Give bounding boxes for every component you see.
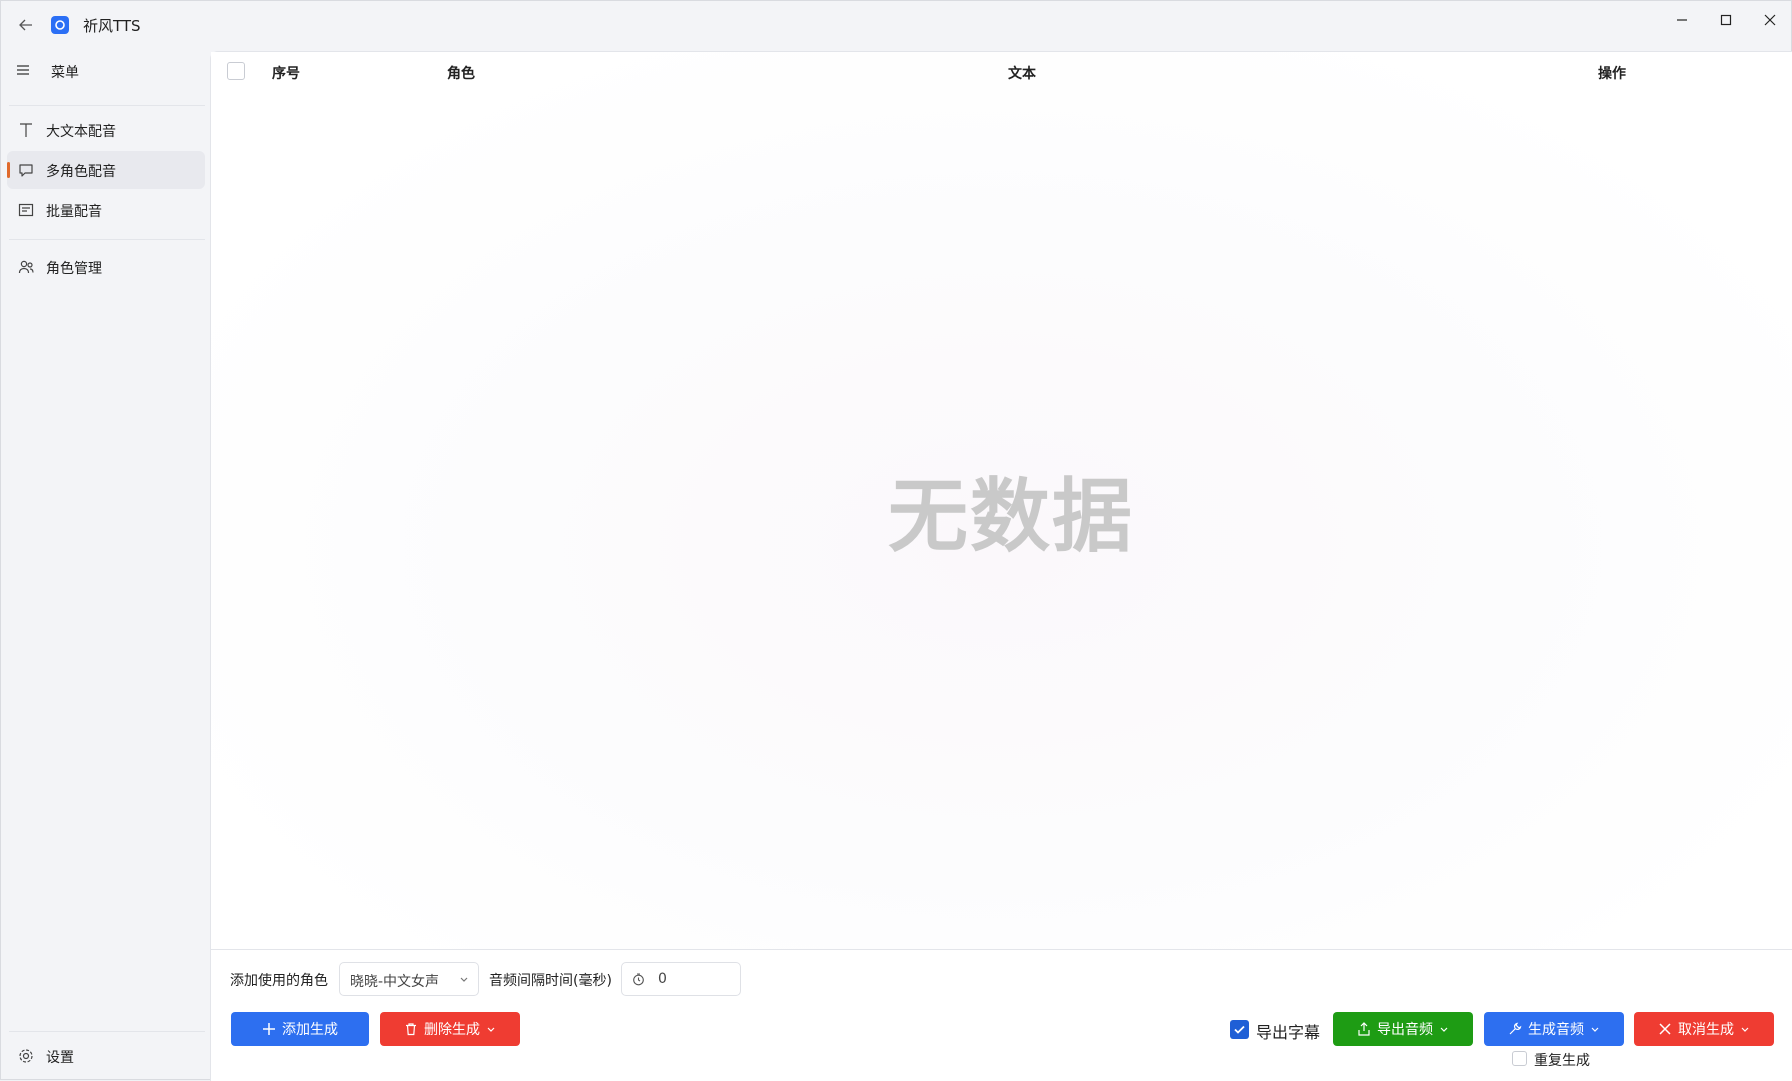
menu-toggle-button[interactable]: 菜单 — [1, 49, 209, 93]
sidebar-item-large-text[interactable]: 大文本配音 — [7, 111, 205, 149]
maximize-button[interactable] — [1705, 5, 1747, 35]
chevron-down-icon — [460, 977, 468, 982]
checkmark-icon — [1234, 1025, 1245, 1034]
close-icon — [1764, 14, 1776, 26]
interval-value: 0 — [658, 971, 667, 987]
column-header-role[interactable]: 角色 — [447, 63, 475, 83]
cancel-generate-label: 取消生成 — [1678, 1022, 1734, 1038]
gear-icon — [19, 1049, 33, 1063]
sidebar-item-role-management[interactable]: 角色管理 — [7, 248, 205, 286]
settings-label: 设置 — [46, 1050, 74, 1066]
menu-label: 菜单 — [51, 65, 79, 81]
sidebar: 菜单 大文本配音 多角色配音 批量配音 角色管理 设置 — [1, 49, 209, 1081]
chevron-down-icon — [1440, 1027, 1448, 1032]
maximize-icon — [1720, 14, 1732, 26]
users-icon — [18, 260, 34, 274]
wrench-icon — [1509, 1022, 1522, 1035]
add-generate-label: 添加生成 — [282, 1022, 338, 1038]
arrow-left-icon — [19, 19, 32, 31]
interval-input[interactable]: 0 — [621, 962, 741, 996]
empty-state-text: 无数据 — [888, 470, 1134, 563]
sidebar-item-batch[interactable]: 批量配音 — [7, 191, 205, 229]
sidebar-divider — [9, 239, 205, 240]
chevron-down-icon — [1741, 1027, 1749, 1032]
role-select[interactable]: 晓晓-中文女声 — [339, 962, 479, 996]
back-button[interactable] — [11, 11, 41, 39]
close-button[interactable] — [1749, 5, 1791, 35]
delete-generate-label: 删除生成 — [424, 1022, 480, 1038]
role-select-label: 添加使用的角色 — [230, 973, 328, 989]
column-header-index[interactable]: 序号 — [272, 63, 300, 83]
generate-audio-button[interactable]: 生成音频 — [1484, 1012, 1624, 1046]
sidebar-item-label: 大文本配音 — [46, 124, 116, 140]
sidebar-item-label: 角色管理 — [46, 261, 102, 277]
app-logo-icon — [51, 16, 69, 34]
select-all-checkbox[interactable] — [227, 62, 245, 80]
export-icon — [1358, 1022, 1370, 1036]
app-window: 祈风TTS 菜单 大文本配音 多角色配音 批量配音 角色管理 设置 序号 角色 … — [0, 0, 1792, 1081]
hamburger-icon — [17, 65, 29, 75]
plus-icon — [263, 1023, 275, 1035]
minimize-button[interactable] — [1661, 5, 1703, 35]
export-audio-label: 导出音频 — [1377, 1022, 1433, 1038]
export-subtitle-checkbox[interactable] — [1230, 1020, 1249, 1039]
main-content: 序号 角色 文本 操作 无数据 添加使用的角色 晓晓-中文女声 音频间隔时间(毫… — [210, 51, 1792, 1081]
list-icon — [18, 203, 34, 217]
regenerate-label[interactable]: 重复生成 — [1534, 1050, 1590, 1070]
active-indicator — [7, 162, 10, 178]
export-subtitle-label[interactable]: 导出字幕 — [1256, 1019, 1320, 1043]
regenerate-checkbox[interactable] — [1512, 1051, 1527, 1066]
delete-generate-button[interactable]: 删除生成 — [380, 1012, 520, 1046]
column-header-text[interactable]: 文本 — [1008, 63, 1036, 83]
close-icon — [1659, 1023, 1671, 1035]
sidebar-item-settings[interactable]: 设置 — [7, 1037, 205, 1075]
minimize-icon — [1677, 19, 1687, 21]
text-icon — [20, 123, 32, 137]
export-audio-button[interactable]: 导出音频 — [1333, 1012, 1473, 1046]
title-bar: 祈风TTS — [1, 1, 1792, 49]
sidebar-divider — [9, 105, 205, 106]
chevron-down-icon — [1591, 1027, 1599, 1032]
cancel-generate-button[interactable]: 取消生成 — [1634, 1012, 1774, 1046]
timer-icon — [633, 973, 644, 986]
data-table: 序号 角色 文本 操作 无数据 — [211, 52, 1792, 950]
chat-icon — [19, 164, 33, 177]
chevron-down-icon — [487, 1027, 495, 1032]
sidebar-item-label: 批量配音 — [46, 204, 102, 220]
sidebar-divider — [9, 1031, 205, 1032]
sidebar-item-label: 多角色配音 — [46, 164, 116, 180]
column-header-actions[interactable]: 操作 — [1598, 63, 1626, 83]
interval-label: 音频间隔时间(毫秒) — [489, 973, 612, 989]
sidebar-item-multi-role[interactable]: 多角色配音 — [7, 151, 205, 189]
generate-audio-label: 生成音频 — [1528, 1022, 1584, 1038]
role-select-value: 晓晓-中文女声 — [350, 974, 440, 990]
trash-icon — [406, 1023, 416, 1036]
app-title: 祈风TTS — [83, 17, 141, 35]
add-generate-button[interactable]: 添加生成 — [231, 1012, 369, 1046]
